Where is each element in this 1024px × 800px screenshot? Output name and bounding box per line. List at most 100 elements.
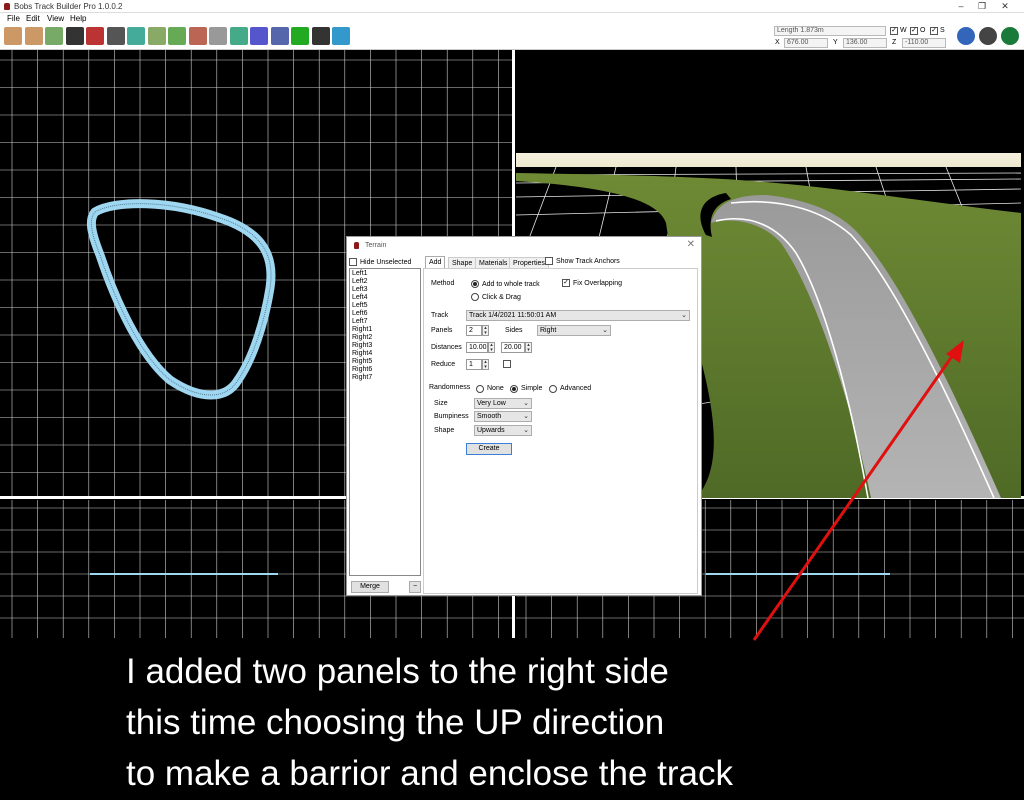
tab-properties[interactable]: Properties bbox=[509, 257, 549, 268]
sides-select[interactable]: Right ⌄ bbox=[537, 325, 611, 336]
sides-list[interactable]: Left1 Left2 Left3 Left4 Left5 Left6 Left7 Right… bbox=[349, 268, 421, 576]
panels-stepper[interactable]: ▴ ▾ bbox=[482, 325, 489, 336]
steering-wheel-icon[interactable] bbox=[979, 27, 997, 45]
terrain-dialog[interactable]: Terrain ✕ Hide Unselected Left1 Left2 Left… bbox=[346, 236, 702, 596]
method-click-drag-radio[interactable] bbox=[471, 293, 479, 301]
y-value-field[interactable]: 136.00 bbox=[843, 38, 887, 48]
shape-select[interactable]: Upwards ⌄ bbox=[474, 425, 532, 436]
reduce-label: Reduce bbox=[431, 361, 456, 368]
terrain-dialog-icon bbox=[354, 242, 359, 249]
menu-help[interactable]: Help bbox=[70, 14, 86, 23]
checkered-flag-icon[interactable] bbox=[291, 27, 309, 45]
mountain-terrain-icon[interactable] bbox=[229, 27, 248, 45]
merge-button[interactable]: Merge bbox=[351, 581, 389, 593]
shapes-objects-icon[interactable] bbox=[250, 27, 268, 45]
randomness-simple-label: Simple bbox=[521, 385, 543, 392]
method-label: Method bbox=[431, 280, 455, 287]
side-list-item[interactable]: Right5 bbox=[352, 358, 372, 365]
restore-icon[interactable]: ❐ bbox=[975, 1, 989, 12]
side-list-item[interactable]: Left6 bbox=[352, 310, 368, 317]
w-checkbox[interactable]: ✓ bbox=[890, 27, 898, 35]
tab-add[interactable]: Add bbox=[425, 256, 446, 268]
terrain-map-icon[interactable] bbox=[45, 27, 63, 45]
side-list-item[interactable]: Right4 bbox=[352, 350, 372, 357]
distance-2-input[interactable]: 20.00 bbox=[501, 342, 525, 353]
s-checkbox[interactable]: ✓ bbox=[930, 27, 938, 35]
walk-mode-icon[interactable] bbox=[1001, 27, 1019, 45]
distances-label: Distances bbox=[431, 344, 462, 351]
helicopter-icon[interactable] bbox=[957, 27, 975, 45]
road-sign-icon[interactable] bbox=[106, 27, 125, 45]
x-value-field[interactable]: 676.00 bbox=[784, 38, 828, 48]
distance-1-input[interactable]: 10.00 bbox=[466, 342, 488, 353]
method-whole-track-radio[interactable] bbox=[471, 280, 479, 288]
wall-icon[interactable] bbox=[86, 27, 104, 45]
side-list-item[interactable]: Left4 bbox=[352, 294, 368, 301]
side-list-item[interactable]: Right1 bbox=[352, 326, 372, 333]
s-label: S bbox=[940, 27, 945, 34]
track-select[interactable]: Track 1/4/2021 11:50:01 AM ⌄ bbox=[466, 310, 690, 321]
grass-texture-icon[interactable] bbox=[168, 27, 186, 45]
title-bar: Bobs Track Builder Pro 1.0.0.2 – ❐ ✕ bbox=[0, 0, 1024, 13]
menu-edit[interactable]: Edit bbox=[26, 14, 40, 23]
track-outline[interactable] bbox=[86, 199, 276, 400]
distance-2-stepper[interactable]: ▴ ▾ bbox=[525, 342, 532, 353]
spline-tool-icon[interactable] bbox=[4, 27, 22, 45]
tab-shape[interactable]: Shape bbox=[448, 257, 477, 268]
side-list-item[interactable]: Right6 bbox=[352, 366, 372, 373]
app-icon bbox=[4, 3, 10, 10]
menu-bar: File Edit View Help bbox=[0, 13, 1024, 24]
paint-brush-icon[interactable] bbox=[270, 27, 289, 45]
randomness-simple-radio[interactable] bbox=[510, 385, 518, 393]
distance-1-stepper[interactable]: ▴ ▾ bbox=[488, 342, 495, 353]
show-track-anchors-checkbox[interactable] bbox=[545, 257, 553, 265]
grid-surface-icon[interactable] bbox=[147, 27, 166, 45]
brick-texture-icon[interactable] bbox=[188, 27, 207, 45]
z-value-field[interactable]: -110.00 bbox=[902, 38, 946, 48]
dialog-close-icon[interactable]: ✕ bbox=[687, 239, 695, 250]
water-icon[interactable] bbox=[332, 27, 350, 45]
z-label: Z bbox=[892, 39, 897, 46]
size-select-value: Very Low bbox=[477, 400, 506, 407]
side-list-item[interactable]: Left3 bbox=[352, 286, 368, 293]
side-list-item[interactable]: Right7 bbox=[352, 374, 372, 381]
side-list-item[interactable]: Right3 bbox=[352, 342, 372, 349]
menu-view[interactable]: View bbox=[47, 14, 64, 23]
o-checkbox[interactable]: ✓ bbox=[910, 27, 918, 35]
close-icon[interactable]: ✕ bbox=[998, 1, 1012, 12]
create-button[interactable]: Create bbox=[466, 443, 512, 455]
spline-edit-icon[interactable] bbox=[24, 27, 43, 45]
camera-icon[interactable] bbox=[311, 27, 330, 45]
caption-line-1: I added two panels to the right side bbox=[126, 652, 669, 691]
stone-wall-icon[interactable] bbox=[209, 27, 227, 45]
fix-overlapping-checkbox[interactable]: ✓ bbox=[562, 279, 570, 287]
side-list-item[interactable]: Left5 bbox=[352, 302, 368, 309]
spline-curve-icon[interactable] bbox=[127, 27, 145, 45]
minimize-icon[interactable]: – bbox=[954, 1, 968, 11]
reduce-input[interactable]: 1 bbox=[466, 359, 482, 370]
tab-materials[interactable]: Materials bbox=[475, 257, 512, 268]
method-click-drag-label: Click & Drag bbox=[482, 294, 521, 301]
shape-select-value: Upwards bbox=[477, 427, 505, 434]
x-label: X bbox=[775, 39, 780, 46]
reduce-checkbox[interactable] bbox=[503, 360, 511, 368]
hide-unselected-label: Hide Unselected bbox=[360, 259, 412, 266]
caption: I added two panels to the right side thi… bbox=[126, 646, 1006, 799]
bumpiness-select[interactable]: Smooth ⌄ bbox=[474, 411, 532, 422]
show-track-anchors-label: Show Track Anchors bbox=[556, 258, 620, 265]
menu-file[interactable]: File bbox=[7, 14, 20, 23]
hide-unselected-checkbox[interactable] bbox=[349, 258, 357, 266]
size-select[interactable]: Very Low ⌄ bbox=[474, 398, 532, 409]
side-list-item[interactable]: Left1 bbox=[352, 270, 368, 277]
side-list-item[interactable]: Right2 bbox=[352, 334, 372, 341]
randomness-none-radio[interactable] bbox=[476, 385, 484, 393]
randomness-advanced-radio[interactable] bbox=[549, 385, 557, 393]
sides-select-value: Right bbox=[540, 327, 557, 334]
panels-input[interactable]: 2 bbox=[466, 325, 482, 336]
reduce-stepper[interactable]: ▴ ▾ bbox=[482, 359, 489, 370]
sun-sky-icon[interactable] bbox=[65, 27, 84, 45]
sides-label: Sides bbox=[505, 327, 523, 334]
side-list-item[interactable]: Left7 bbox=[352, 318, 368, 325]
side-list-item[interactable]: Left2 bbox=[352, 278, 368, 285]
remove-button[interactable]: − bbox=[409, 581, 421, 593]
